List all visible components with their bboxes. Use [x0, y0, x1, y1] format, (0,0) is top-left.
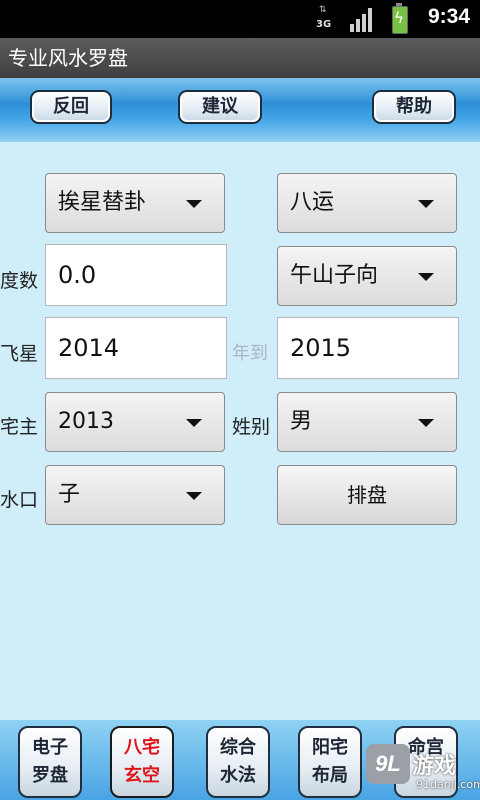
- gender-spinner[interactable]: 男: [277, 392, 457, 452]
- method-spinner[interactable]: 挨星替卦: [45, 173, 225, 233]
- nav-yangzhai-layout[interactable]: 阳宅 布局: [298, 726, 362, 798]
- status-bar: ⇅ 3G ϟ 9:34: [0, 0, 480, 38]
- flystar-label: 飞星: [0, 343, 39, 365]
- clock: 9:34: [427, 5, 470, 28]
- site-watermark: 9L 游戏 91danji.com: [366, 744, 480, 800]
- top-toolbar: 反回 建议 帮助: [0, 78, 480, 142]
- owner-label: 宅主: [0, 416, 39, 438]
- dropdown-arrow-icon: [418, 200, 434, 208]
- gender-label: 姓别: [232, 416, 271, 438]
- dropdown-arrow-icon: [418, 273, 434, 281]
- suggest-button[interactable]: 建议: [178, 90, 262, 124]
- owner-year-value: 2013: [58, 409, 114, 434]
- mountain-spinner[interactable]: 午山子向: [277, 246, 457, 306]
- nav-label-line1: 八宅: [124, 737, 160, 758]
- year-from-input[interactable]: 2014: [45, 317, 227, 379]
- water-value: 子: [58, 482, 81, 507]
- degree-label: 度数: [0, 270, 39, 292]
- back-button[interactable]: 反回: [30, 90, 112, 124]
- nav-label-line2: 水法: [220, 765, 256, 786]
- nav-label-line1: 综合: [220, 737, 256, 758]
- period-spinner[interactable]: 八运: [277, 173, 457, 233]
- dropdown-arrow-icon: [186, 200, 202, 208]
- method-value: 挨星替卦: [58, 190, 147, 215]
- degree-input[interactable]: 0.0: [45, 244, 227, 306]
- arrange-chart-button[interactable]: 排盘: [277, 465, 457, 525]
- owner-year-spinner[interactable]: 2013: [45, 392, 225, 452]
- app-title: 专业风水罗盘: [0, 38, 480, 78]
- water-spinner[interactable]: 子: [45, 465, 225, 525]
- dropdown-arrow-icon: [186, 492, 202, 500]
- nav-electronic-compass[interactable]: 电子 罗盘: [18, 726, 82, 798]
- nav-bazhai-xuankong[interactable]: 八宅 玄空: [110, 726, 174, 798]
- network-3g-icon: ⇅ 3G: [316, 5, 332, 31]
- mountain-value: 午山子向: [290, 263, 379, 288]
- help-button[interactable]: 帮助: [372, 90, 456, 124]
- battery-charging-icon: ϟ: [392, 3, 408, 34]
- dropdown-arrow-icon: [186, 419, 202, 427]
- watermark-url: 91danji.com: [416, 778, 480, 791]
- nav-water-method[interactable]: 综合 水法: [206, 726, 270, 798]
- nav-label-line2: 玄空: [124, 765, 160, 786]
- watermark-logo-icon: 9L: [366, 744, 410, 784]
- nav-label-line2: 布局: [312, 765, 348, 786]
- water-label: 水口: [0, 489, 39, 511]
- watermark-name: 游戏: [412, 754, 457, 779]
- year-to-input[interactable]: 2015: [277, 317, 459, 379]
- signal-icon: [350, 8, 376, 32]
- dropdown-arrow-icon: [418, 419, 434, 427]
- gender-value: 男: [290, 409, 313, 434]
- nav-label-line1: 阳宅: [312, 737, 348, 758]
- nav-label-line1: 电子: [32, 737, 68, 758]
- to-label: 年到: [232, 343, 268, 364]
- nav-label-line2: 罗盘: [32, 765, 68, 786]
- period-value: 八运: [290, 190, 335, 215]
